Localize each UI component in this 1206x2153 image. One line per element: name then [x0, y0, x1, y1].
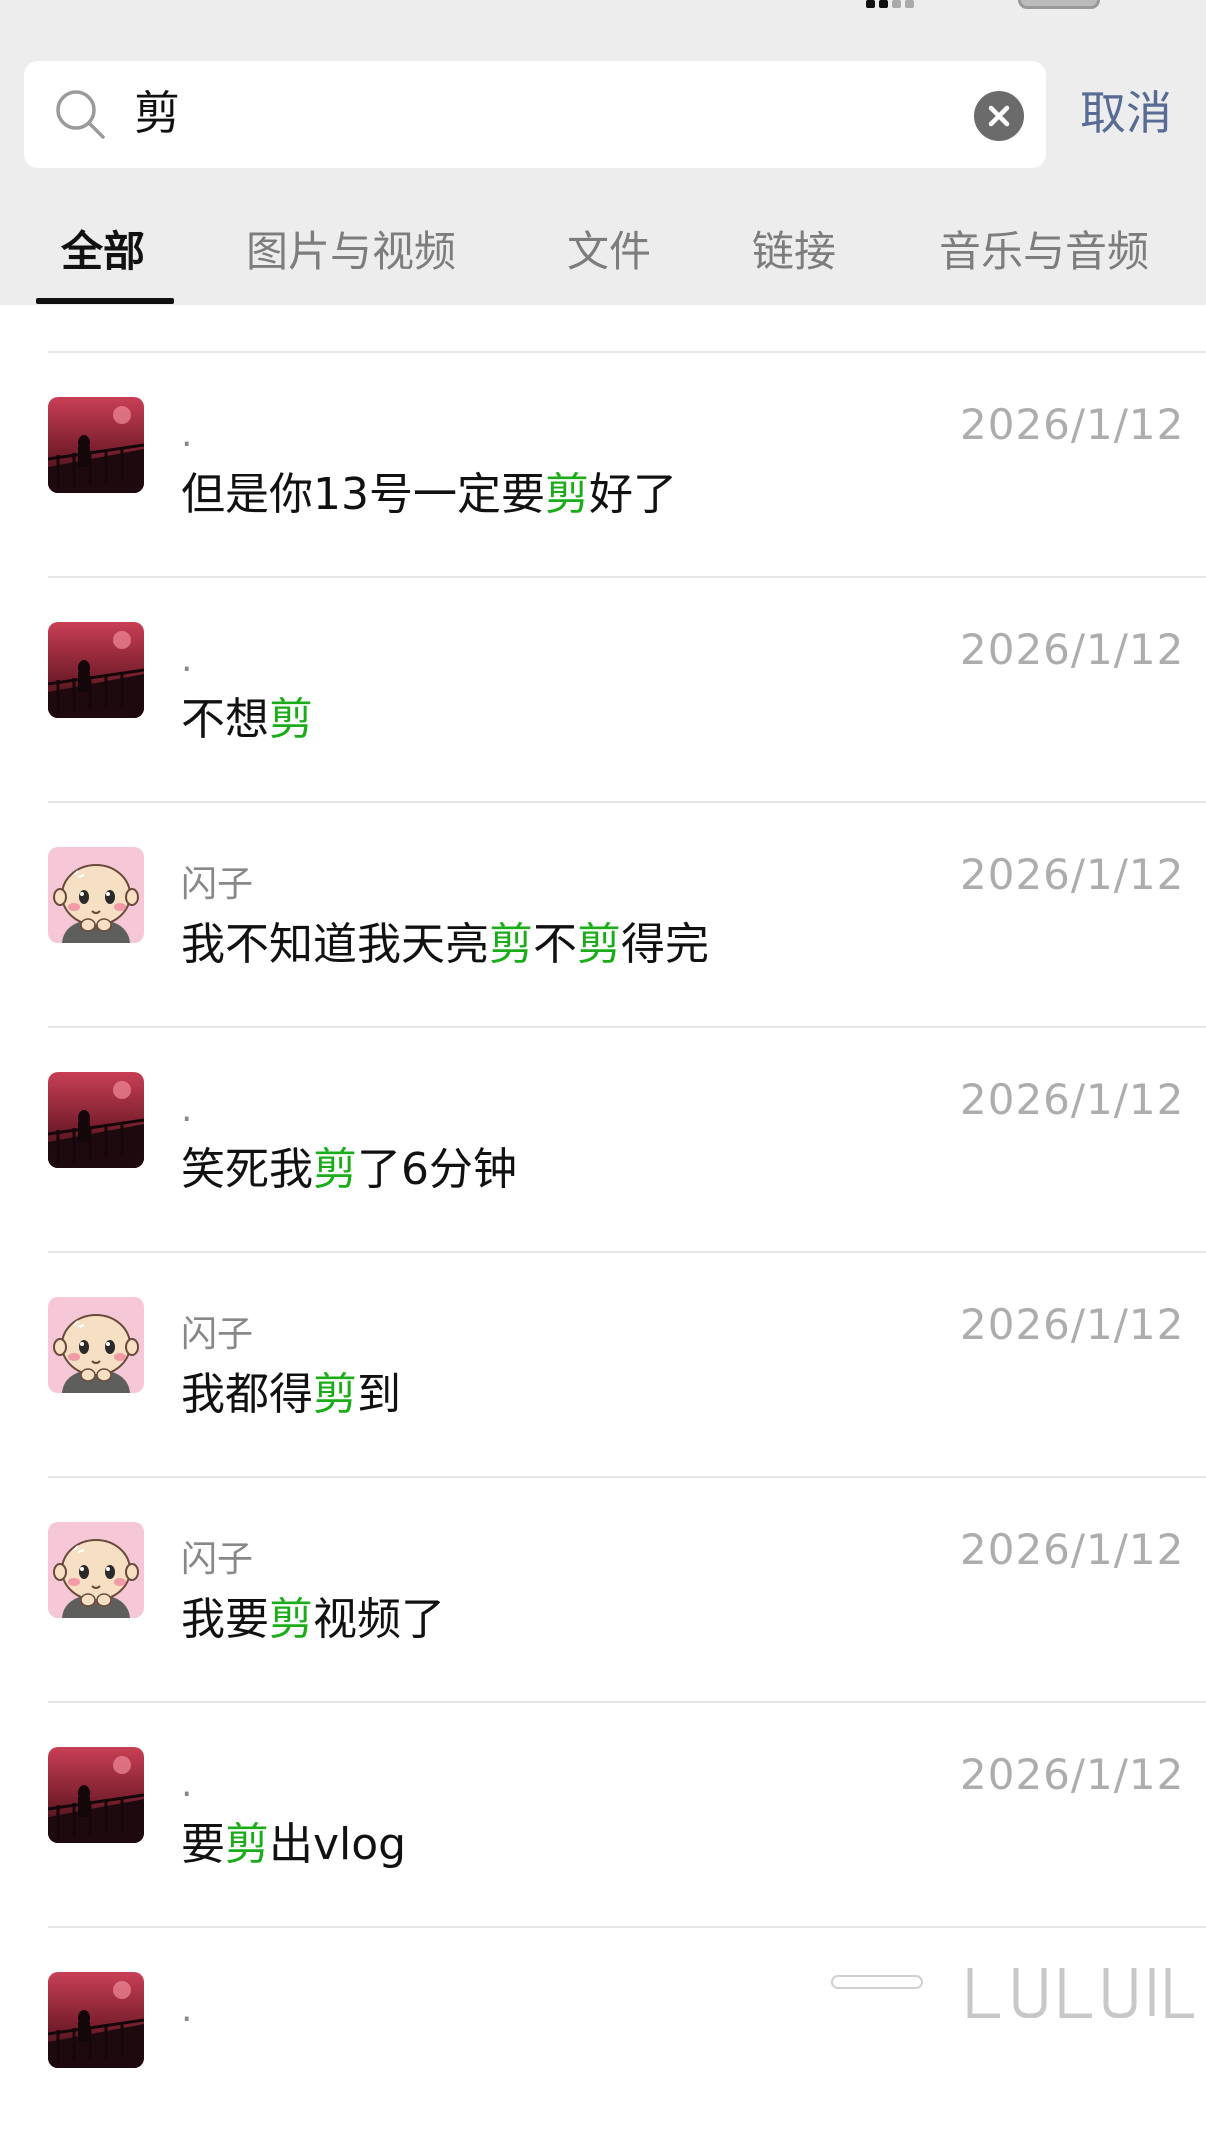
tab-files[interactable]: 文件: [567, 222, 651, 282]
avatar[interactable]: [48, 622, 144, 718]
message-segment: 了6分钟: [357, 1144, 517, 1195]
message-date: 2026/1/12: [960, 1300, 1185, 1349]
message-text: 不想剪: [181, 690, 313, 750]
message-date: 2026/1/12: [960, 850, 1185, 899]
keyword-highlight: 剪: [489, 919, 533, 970]
message-date: 2026/1/12: [960, 625, 1185, 674]
keyword-highlight: 剪: [313, 1369, 357, 1420]
cancel-button[interactable]: 取消: [1080, 82, 1172, 144]
message-date: 2026/1/12: [960, 1525, 1185, 1574]
status-bar: [0, 0, 1206, 14]
message-text: 但是你13号一定要剪好了: [181, 465, 677, 525]
sender-name: .: [181, 414, 193, 455]
message-date: 2026/1/12: [960, 1750, 1185, 1799]
clear-icon[interactable]: [974, 91, 1024, 141]
message-text: 我要剪视频了: [181, 1590, 445, 1650]
message-segment: 好了: [589, 469, 677, 520]
signal-icon: [866, 0, 922, 8]
tab-images-videos[interactable]: 图片与视频: [246, 222, 456, 282]
avatar[interactable]: [48, 847, 144, 943]
result-row[interactable]: . 2026/1/12 但是你13号一定要剪好了: [0, 353, 1206, 578]
result-row[interactable]: . 2026/1/12 笑死我剪了6分钟: [0, 1028, 1206, 1253]
sender-name: .: [181, 1764, 193, 1805]
result-row[interactable]: . 2026/1/12 不想剪: [0, 578, 1206, 803]
active-tab-indicator: [36, 298, 174, 304]
message-segment: 不: [533, 919, 577, 970]
keyword-highlight: 剪: [577, 919, 621, 970]
message-segment: 要: [181, 1819, 225, 1870]
search-header: 剪 取消 全部 图片与视频 文件 链接 音乐与音频: [0, 0, 1206, 305]
sender-name: 闪子: [181, 1539, 254, 1580]
avatar[interactable]: [48, 397, 144, 493]
message-text: 我不知道我天亮剪不剪得完: [181, 915, 709, 975]
tab-music-audio[interactable]: 音乐与音频: [939, 222, 1149, 282]
message-text: 笑死我剪了6分钟: [181, 1140, 517, 1200]
keyword-highlight: 剪: [269, 1594, 313, 1645]
sender-name: 闪子: [181, 1314, 254, 1355]
avatar[interactable]: [48, 1522, 144, 1618]
message-segment: 但是你13号一定要: [181, 469, 545, 520]
result-row[interactable]: 闪子 2026/1/12 我都得剪到: [0, 1253, 1206, 1478]
message-segment: 笑死我: [181, 1144, 313, 1195]
sender-name: .: [181, 639, 193, 680]
keyword-highlight: 剪: [225, 1819, 269, 1870]
message-segment: 我不知道我天亮: [181, 919, 489, 970]
keyword-highlight: 剪: [313, 1144, 357, 1195]
message-text: 我都得剪到: [181, 1365, 401, 1425]
result-row[interactable]: . 2026/1/12 要剪出vlog: [0, 1703, 1206, 1928]
watermark-logo: [831, 1968, 1194, 2018]
search-query[interactable]: 剪: [134, 83, 180, 143]
message-segment: 我要: [181, 1594, 269, 1645]
message-segment: 视频了: [313, 1594, 445, 1645]
sender-name: .: [181, 1089, 193, 1130]
result-row[interactable]: 闪子 2026/1/12 我要剪视频了: [0, 1478, 1206, 1703]
message-text: 要剪出vlog: [181, 1815, 406, 1875]
message-date: 2026/1/12: [960, 400, 1185, 449]
message-segment: 不想: [181, 694, 269, 745]
keyword-highlight: 剪: [545, 469, 589, 520]
search-input[interactable]: 剪: [24, 61, 1046, 168]
sender-name: 闪子: [181, 864, 254, 905]
keyword-highlight: 剪: [269, 694, 313, 745]
avatar[interactable]: [48, 1297, 144, 1393]
message-segment: 得完: [621, 919, 709, 970]
avatar[interactable]: [48, 1072, 144, 1168]
result-row[interactable]: 闪子 2026/1/12 我不知道我天亮剪不剪得完: [0, 803, 1206, 1028]
filter-tabs: 全部 图片与视频 文件 链接 音乐与音频: [0, 222, 1206, 305]
message-date: 2026/1/12: [960, 1075, 1185, 1124]
avatar[interactable]: [48, 1972, 144, 2068]
message-segment: 到: [357, 1369, 401, 1420]
battery-icon: [1018, 0, 1100, 9]
sender-name: .: [181, 1989, 193, 2030]
tab-links[interactable]: 链接: [752, 222, 836, 282]
message-segment: 出vlog: [269, 1819, 407, 1870]
tab-all[interactable]: 全部: [61, 222, 145, 282]
search-icon: [56, 90, 105, 139]
avatar[interactable]: [48, 1747, 144, 1843]
message-segment: 我都得: [181, 1369, 313, 1420]
